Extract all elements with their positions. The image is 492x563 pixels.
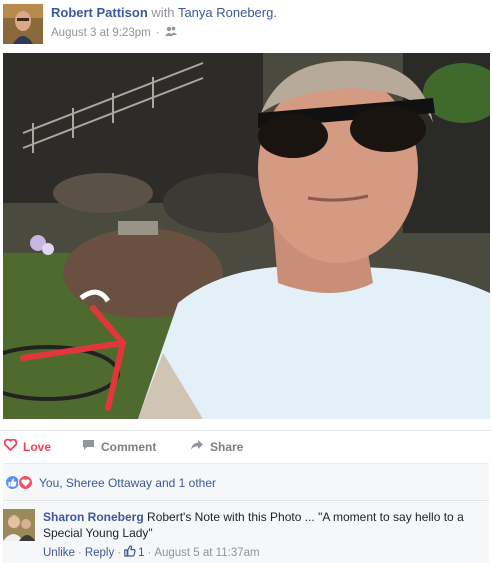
comment-button[interactable]: Comment xyxy=(82,439,156,454)
comment-bubble-icon xyxy=(82,439,95,454)
love-label: Love xyxy=(23,439,52,454)
share-button[interactable]: Share xyxy=(190,439,243,454)
comment-separator: · xyxy=(117,546,122,559)
thumbs-up-icon xyxy=(124,545,136,560)
unlike-link[interactable]: Unlike xyxy=(43,547,75,559)
comment-label: Comment xyxy=(101,439,157,454)
post-photo[interactable] xyxy=(3,53,490,419)
share-arrow-icon xyxy=(190,439,204,454)
post-title-line: Robert Pattison with Tanya Roneberg. xyxy=(51,5,277,20)
heart-outline-icon xyxy=(3,438,18,454)
friends-icon[interactable] xyxy=(164,26,177,39)
author-avatar[interactable] xyxy=(3,4,43,44)
commenter-avatar[interactable] xyxy=(3,509,35,541)
with-text: with xyxy=(151,5,175,20)
reactions-summary: You, Sheree Ottaway and 1 other xyxy=(3,463,489,501)
comment-separator: · xyxy=(77,546,82,559)
love-button[interactable]: Love xyxy=(3,438,52,454)
comment-separator: · xyxy=(147,546,152,559)
share-label: Share xyxy=(210,439,244,454)
tagged-user-link[interactable]: Tanya Roneberg. xyxy=(178,5,277,20)
heart-icon xyxy=(18,475,33,490)
meta-separator: · xyxy=(155,26,160,39)
comment-like-count: 1 xyxy=(138,546,145,559)
reactions-text-link[interactable]: You, Sheree Ottaway and 1 other xyxy=(39,476,216,490)
post-action-bar: Love Comment Share xyxy=(0,430,492,462)
post-header: Robert Pattison with Tanya Roneberg. Aug… xyxy=(0,0,492,50)
reaction-icons[interactable] xyxy=(5,475,33,490)
reply-link[interactable]: Reply xyxy=(85,547,114,559)
author-name-link[interactable]: Robert Pattison xyxy=(51,5,148,20)
comment-body: Sharon Roneberg Robert's Note with this … xyxy=(43,509,483,541)
commenter-name-link[interactable]: Sharon Roneberg xyxy=(43,510,144,524)
comment: Sharon Roneberg Robert's Note with this … xyxy=(3,502,489,563)
comment-likes-link[interactable]: 1 xyxy=(124,545,144,560)
comment-actions: Unlike · Reply · 1 · August 5 at 11:37am xyxy=(43,545,260,560)
post-timestamp-link[interactable]: August 3 at 9:23pm xyxy=(51,27,151,39)
post-meta: August 3 at 9:23pm · xyxy=(51,26,177,39)
comment-timestamp-link[interactable]: August 5 at 11:37am xyxy=(154,547,259,559)
